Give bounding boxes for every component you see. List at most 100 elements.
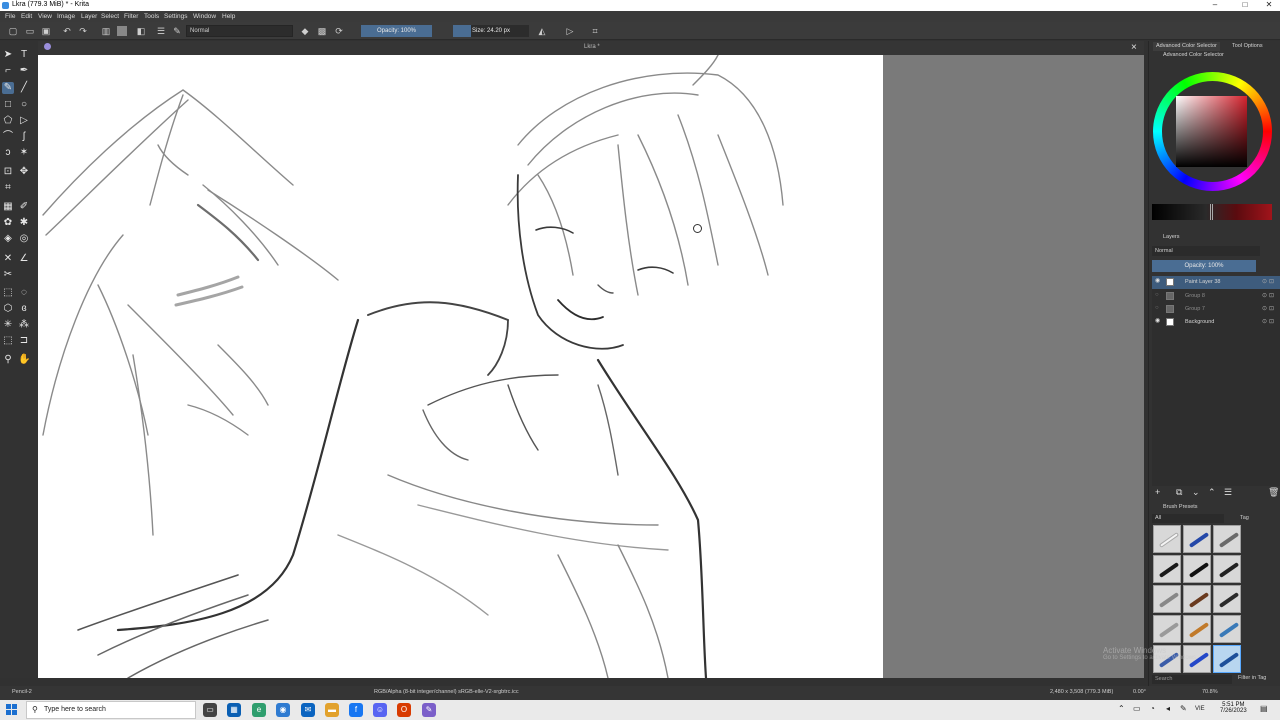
brush-preset[interactable]: [1153, 555, 1181, 583]
reload-preset-icon[interactable]: ⟳: [334, 26, 344, 36]
rectangle-tool-icon[interactable]: □: [2, 99, 14, 111]
taskbar-search-input[interactable]: ⚲ Type here to search: [26, 701, 196, 719]
bezier-select-icon[interactable]: ⬚: [2, 335, 14, 347]
brush-preset[interactable]: [1183, 585, 1211, 613]
undo-icon[interactable]: ↶: [62, 26, 72, 36]
brush-preset[interactable]: [1213, 615, 1241, 643]
microsoft-store-icon[interactable]: ▦: [227, 703, 241, 717]
reference-images-icon[interactable]: ✂: [2, 269, 14, 281]
pen-icon[interactable]: ✎: [1180, 704, 1187, 713]
menu-settings[interactable]: Settings: [164, 13, 188, 20]
multibrush-icon[interactable]: ✶: [18, 147, 30, 159]
layer-properties-icon[interactable]: ☰: [1224, 487, 1232, 498]
menu-tools[interactable]: Tools: [144, 13, 159, 20]
transform-tool-icon[interactable]: ⊡: [2, 166, 14, 178]
layer-row[interactable]: ◉ Paint Layer 38 ⊙⊡: [1152, 276, 1280, 289]
polygon-tool-icon[interactable]: ⬠: [2, 115, 14, 127]
brush-tag-select[interactable]: All: [1152, 514, 1224, 523]
brush-preset[interactable]: [1183, 615, 1211, 643]
rotation-value[interactable]: 0.00°: [1133, 689, 1146, 695]
move-layer-up-icon[interactable]: ⌃: [1208, 487, 1216, 498]
line-tool-icon[interactable]: ╱: [18, 82, 30, 94]
brush-presets-icon[interactable]: ✎: [172, 26, 182, 36]
bezier-tool-icon[interactable]: ⌒: [2, 131, 14, 143]
windows-start-icon[interactable]: [6, 704, 18, 716]
layer-lock-icons[interactable]: ⊙⊡: [1262, 292, 1276, 299]
similar-select-icon[interactable]: ⁂: [18, 319, 30, 331]
gradient-tool-icon[interactable]: ▦: [2, 201, 14, 213]
layers-opacity-slider[interactable]: Opacity: 100%: [1152, 260, 1256, 272]
saturation-value-square[interactable]: [1176, 96, 1247, 167]
menu-help[interactable]: Help: [222, 13, 235, 20]
task-view-icon[interactable]: ▭: [203, 703, 217, 717]
mirror-vertical-icon[interactable]: ▷: [565, 26, 575, 36]
ellipse-tool-icon[interactable]: ○: [18, 99, 30, 111]
layers-blend-mode-select[interactable]: Normal: [1152, 246, 1260, 256]
notifications-icon[interactable]: ▤: [1260, 704, 1268, 713]
select-shapes-icon[interactable]: ➤: [2, 49, 14, 61]
rect-select-icon[interactable]: ⬚: [2, 287, 14, 299]
zoom-level[interactable]: 70.8%: [1202, 689, 1218, 695]
discord-icon[interactable]: ☺: [373, 703, 387, 717]
preserve-alpha-icon[interactable]: ▩: [317, 26, 327, 36]
menu-filter[interactable]: Filter: [124, 13, 138, 20]
dynamic-brush-icon[interactable]: ↄ: [2, 147, 14, 159]
layer-row[interactable]: ◉ Background ⊙⊡: [1152, 316, 1280, 329]
filter-in-tag-checkbox[interactable]: Filter in Tag: [1238, 675, 1266, 681]
save-icon[interactable]: ▣: [41, 26, 51, 36]
move-layer-down-icon[interactable]: ⌄: [1192, 487, 1200, 498]
pattern-icon[interactable]: [117, 26, 127, 36]
close-window-button[interactable]: ✕: [1254, 0, 1280, 11]
layer-lock-icons[interactable]: ⊙⊡: [1262, 278, 1276, 285]
ellipse-select-icon[interactable]: ◌: [18, 287, 30, 299]
language-indicator[interactable]: VIE: [1195, 706, 1205, 712]
brush-preset-selected[interactable]: [1213, 645, 1241, 673]
visibility-eye-icon[interactable]: ○: [1155, 292, 1161, 298]
layer-lock-icons[interactable]: ⊙⊡: [1262, 318, 1276, 325]
minimize-button[interactable]: –: [1200, 0, 1230, 11]
move-tool-icon[interactable]: ✥: [18, 166, 30, 178]
foreground-background-color-icon[interactable]: ◧: [136, 26, 146, 36]
edge-browser-icon[interactable]: e: [252, 703, 266, 717]
gradient-icon[interactable]: ▥: [101, 26, 111, 36]
brush-preset[interactable]: [1213, 555, 1241, 583]
redo-icon[interactable]: ↷: [78, 26, 88, 36]
polygon-select-icon[interactable]: ⬡: [2, 303, 14, 315]
zoom-tool-icon[interactable]: ⚲: [2, 354, 14, 366]
polyline-tool-icon[interactable]: ▷: [18, 115, 30, 127]
visibility-eye-icon[interactable]: ○: [1155, 305, 1161, 311]
volume-icon[interactable]: ◂: [1166, 704, 1170, 713]
calligraphy-icon[interactable]: ✒: [18, 65, 30, 77]
text-tool-icon[interactable]: T: [18, 49, 30, 61]
network-icon[interactable]: ▭: [1133, 704, 1141, 713]
eraser-mode-icon[interactable]: ◆: [300, 26, 310, 36]
measure-tool-icon[interactable]: ∠: [18, 253, 30, 265]
edit-shapes-icon[interactable]: ⌐: [2, 65, 14, 77]
mirror-horizontal-icon[interactable]: ◭: [537, 26, 547, 36]
freehand-brush-icon[interactable]: ✎: [2, 82, 14, 94]
menu-file[interactable]: File: [5, 13, 15, 20]
contiguous-select-icon[interactable]: ✳: [2, 319, 14, 331]
document-tab[interactable]: Lkra *: [584, 44, 600, 50]
brush-preset[interactable]: [1213, 585, 1241, 613]
open-document-icon[interactable]: ▭: [25, 26, 35, 36]
tray-chevron-icon[interactable]: ⌃: [1118, 704, 1125, 713]
pan-tool-icon[interactable]: ✋: [18, 354, 30, 366]
crop-tool-icon[interactable]: ⌗: [2, 182, 14, 194]
facebook-icon[interactable]: f: [349, 703, 363, 717]
edit-brush-settings-icon[interactable]: ☰: [156, 26, 166, 36]
menu-layer[interactable]: Layer: [81, 13, 97, 20]
assistant-tool-icon[interactable]: ✕: [2, 253, 14, 265]
opacity-slider[interactable]: Opacity: 100%: [361, 25, 432, 37]
wifi-icon[interactable]: ◔: [1150, 704, 1155, 713]
brush-preset[interactable]: [1153, 525, 1181, 553]
freehand-path-icon[interactable]: ʃ: [18, 131, 30, 143]
colorize-mask-icon[interactable]: ✿: [2, 217, 14, 229]
visibility-eye-icon[interactable]: ◉: [1155, 318, 1161, 324]
magnetic-select-icon[interactable]: ⊐: [18, 335, 30, 347]
brush-search-input[interactable]: Search: [1152, 675, 1232, 684]
menu-image[interactable]: Image: [57, 13, 75, 20]
brush-size-slider[interactable]: Size: 24.20 px: [453, 25, 529, 37]
color-picker-icon[interactable]: ✐: [18, 201, 30, 213]
drawing-canvas[interactable]: [38, 55, 883, 678]
